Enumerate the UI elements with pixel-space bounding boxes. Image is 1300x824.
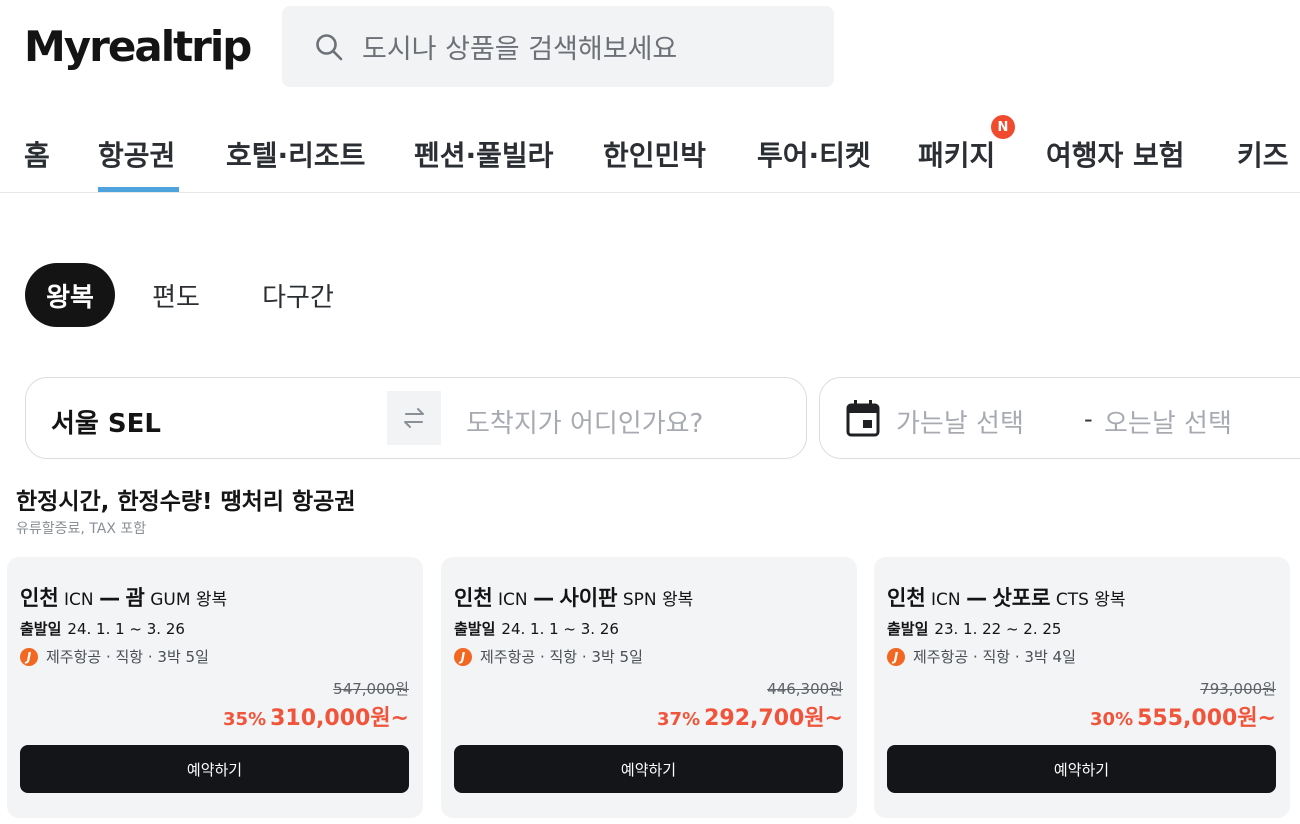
deal-dates: 출발일 23. 1. 22 ~ 2. 25: [887, 620, 1062, 638]
jeju-air-logo-icon: J: [20, 647, 38, 666]
nav-item-homestay[interactable]: 한인민박: [603, 134, 706, 174]
original-price: 793,000원: [1200, 680, 1276, 698]
category-nav: 홈 항공권 호텔·리조트 펜션·풀빌라 한인민박 투어·티켓 패키지 여행자 보…: [0, 108, 1300, 193]
nav-item-package[interactable]: 패키지: [918, 134, 995, 174]
swap-arrows-icon: [404, 408, 424, 428]
deal-airline: J 제주항공 · 직항 · 3박 5일: [454, 646, 643, 667]
new-badge: N: [991, 115, 1015, 139]
nav-item-tours[interactable]: 투어·티켓: [757, 134, 871, 174]
deal-dates: 출발일 24. 1. 1 ~ 3. 26: [454, 620, 619, 638]
book-button[interactable]: 예약하기: [20, 745, 409, 793]
search-bar[interactable]: 도시나 상품을 검색해보세요: [282, 6, 834, 87]
deal-card[interactable]: 인천 ICN — 괌 GUM 왕복 출발일 24. 1. 1 ~ 3. 26 J제…: [7, 557, 423, 818]
route-selector: 서울 SEL 도착지가 어디인가요?: [25, 377, 807, 459]
deal-route: 인천 ICN — 괌 GUM 왕복: [20, 586, 228, 610]
deal-dates: 출발일 24. 1. 1 ~ 3. 26: [20, 620, 185, 638]
nav-item-insurance[interactable]: 여행자 보험: [1046, 134, 1185, 174]
deal-card[interactable]: 인천 ICN — 삿포로 CTS 왕복 출발일 23. 1. 22 ~ 2. 25…: [874, 557, 1290, 818]
tab-round-trip[interactable]: 왕복: [25, 263, 115, 327]
search-placeholder: 도시나 상품을 검색해보세요: [362, 34, 678, 65]
swap-button[interactable]: [387, 391, 441, 445]
search-icon: [316, 33, 343, 60]
jeju-air-logo-icon: J: [454, 647, 472, 666]
tab-multi-city[interactable]: 다구간: [252, 263, 344, 327]
jeju-air-logo-icon: J: [887, 647, 905, 666]
myrealtrip-logo[interactable]: Myrealtrip: [24, 22, 252, 71]
nav-item-pensions[interactable]: 펜션·풀빌라: [414, 134, 553, 174]
deal-airline: J 제주항공 · 직항 · 3박 4일: [887, 646, 1076, 667]
depart-date-field[interactable]: 가는날 선택: [896, 403, 1024, 440]
nav-item-kids[interactable]: 키즈: [1237, 134, 1289, 174]
deal-airline: J 제주항공 · 직항 · 3박 5일: [20, 646, 209, 667]
nav-item-flights[interactable]: 항공권: [98, 134, 175, 174]
active-tab-indicator: [98, 187, 179, 192]
origin-field[interactable]: 서울 SEL: [51, 403, 161, 440]
original-price: 547,000원: [333, 680, 409, 698]
original-price: 446,300원: [767, 680, 843, 698]
sale-price: 37% 292,700원~: [657, 706, 843, 731]
destination-field[interactable]: 도착지가 어디인가요?: [466, 403, 703, 440]
book-button[interactable]: 예약하기: [887, 745, 1276, 793]
tab-one-way[interactable]: 편도: [140, 263, 212, 327]
return-date-field[interactable]: 오는날 선택: [1104, 403, 1232, 440]
date-separator: -: [1084, 405, 1093, 433]
sale-price: 35% 310,000원~: [223, 706, 409, 731]
calendar-icon: [846, 400, 880, 437]
date-selector: 가는날 선택 - 오는날 선택: [819, 377, 1300, 459]
sale-price: 30% 555,000원~: [1090, 706, 1276, 731]
deal-route: 인천 ICN — 사이판 SPN 왕복: [454, 586, 694, 610]
deal-route: 인천 ICN — 삿포로 CTS 왕복: [887, 586, 1126, 610]
nav-item-home[interactable]: 홈: [24, 134, 50, 174]
deal-card[interactable]: 인천 ICN — 사이판 SPN 왕복 출발일 24. 1. 1 ~ 3. 26 …: [441, 557, 857, 818]
nav-item-hotels[interactable]: 호텔·리조트: [226, 134, 365, 174]
book-button[interactable]: 예약하기: [454, 745, 843, 793]
section-title: 한정시간, 한정수량! 땡처리 항공권: [16, 489, 356, 515]
section-subtitle: 유류할증료, TAX 포함: [16, 521, 147, 537]
